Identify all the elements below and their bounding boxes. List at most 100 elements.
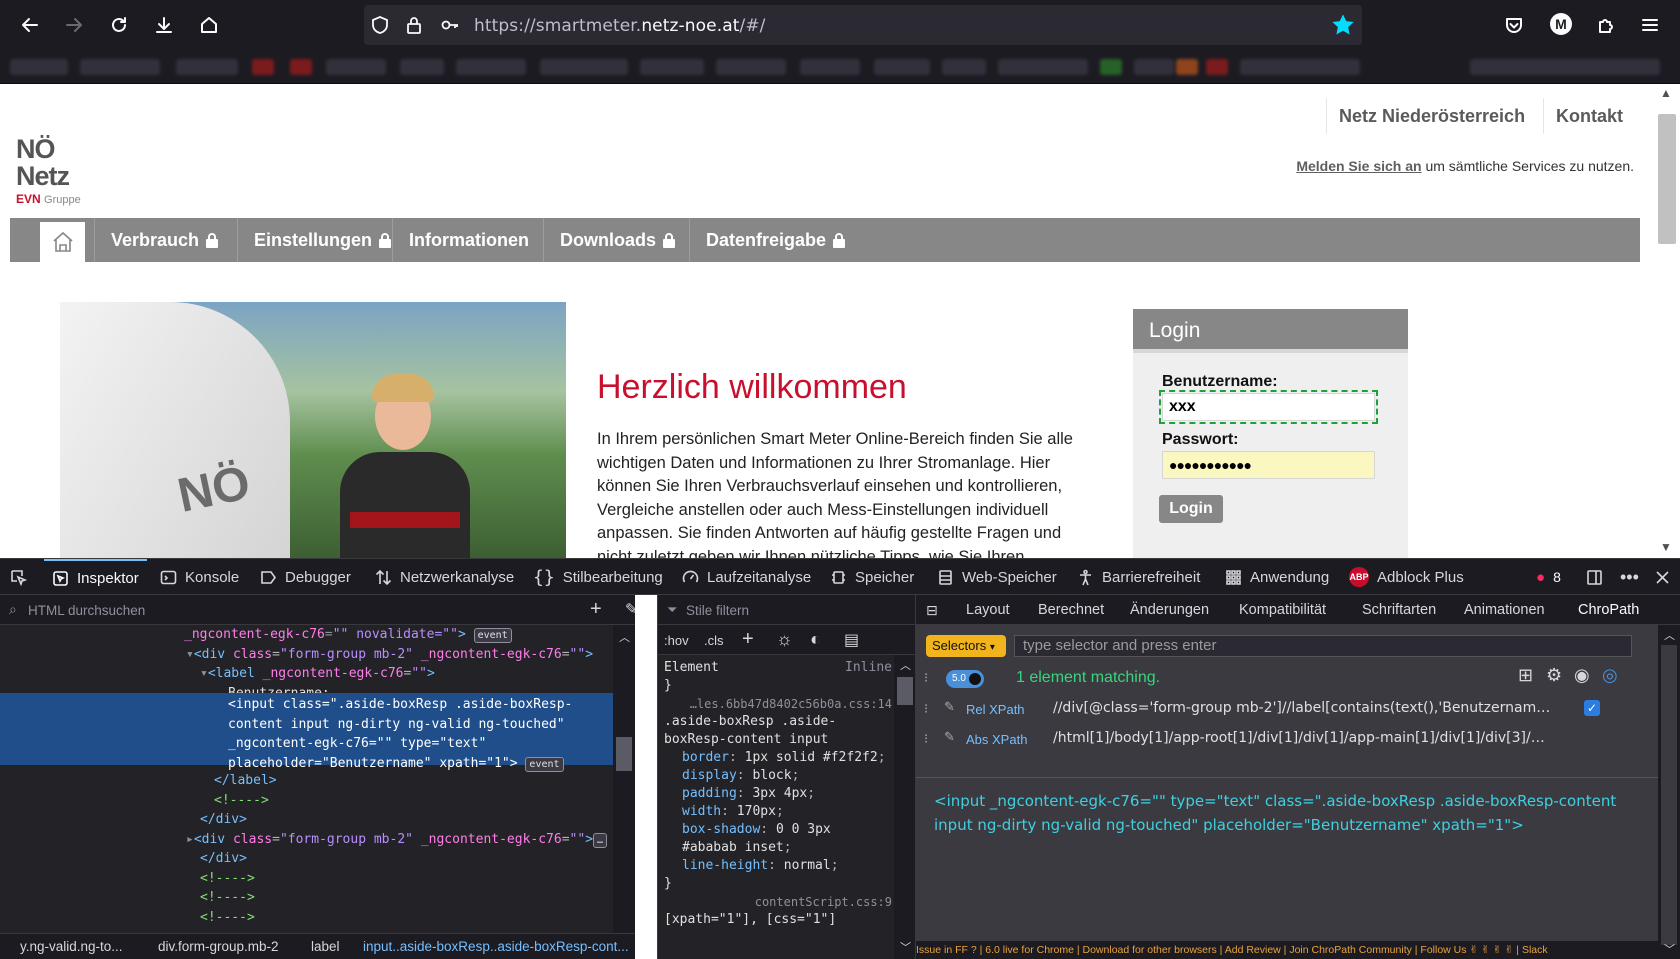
downloads-button[interactable] bbox=[150, 11, 178, 39]
tab-anwendung[interactable]: Anwendung bbox=[1225, 559, 1329, 595]
drag-handle-icon[interactable]: ⁝ bbox=[924, 701, 928, 717]
tab-konsole[interactable]: Konsole bbox=[160, 559, 239, 595]
tab-adblock-plus[interactable]: ABP Adblock Plus bbox=[1349, 559, 1464, 595]
next-rule-source-link[interactable]: contentScript.css:9 bbox=[664, 893, 892, 911]
bookmark-item[interactable] bbox=[10, 59, 68, 75]
tab-laufzeitanalyse[interactable]: Laufzeitanalyse bbox=[682, 559, 811, 595]
bookmark-item[interactable] bbox=[716, 59, 786, 75]
version-toggle[interactable]: 5.0 bbox=[946, 670, 984, 688]
css-prop[interactable]: display: block; bbox=[664, 767, 892, 785]
bookmark-item[interactable] bbox=[1134, 59, 1174, 75]
bookmark-star-icon[interactable] bbox=[1332, 14, 1354, 36]
tab-animationen[interactable]: Animationen bbox=[1464, 602, 1545, 618]
css-prop[interactable]: border: 1px solid #f2f2f2; bbox=[664, 749, 892, 767]
bookmark-item[interactable] bbox=[1206, 59, 1228, 75]
bookmark-item[interactable] bbox=[1470, 59, 1660, 75]
chropath-scroll-thumb[interactable] bbox=[1661, 645, 1677, 945]
sidebar-toggle-icon[interactable]: ⊟ bbox=[926, 602, 938, 619]
hov-toggle[interactable]: :hov bbox=[664, 633, 689, 648]
profile-avatar[interactable]: M bbox=[1550, 13, 1572, 35]
breadcrumb-item[interactable]: label bbox=[311, 934, 340, 959]
extensions-button[interactable] bbox=[1592, 11, 1620, 39]
bookmark-item[interactable] bbox=[874, 59, 930, 75]
breadcrumb-item[interactable]: y.ng-valid.ng-to... bbox=[20, 934, 123, 959]
drag-handle-icon[interactable]: ⁝ bbox=[924, 670, 928, 686]
bookmark-item[interactable] bbox=[942, 59, 986, 75]
add-node-icon[interactable]: + bbox=[590, 598, 602, 621]
add-rule-icon[interactable]: + bbox=[742, 628, 754, 651]
bookmark-item[interactable] bbox=[252, 59, 274, 75]
abs-xpath-value[interactable]: /html[1]/body[1]/app-root[1]/div[1]/div[… bbox=[1053, 730, 1573, 746]
page-scrollbar[interactable]: ▲ ▼ bbox=[1654, 84, 1680, 558]
chevron-up-icon[interactable]: ︿ bbox=[900, 657, 911, 673]
page-scroll-thumb[interactable] bbox=[1658, 114, 1676, 244]
chropath-footer-links[interactable]: Issue in FF ? | 6.0 live for Chrome | Do… bbox=[916, 941, 1658, 959]
bookmark-item[interactable] bbox=[1240, 59, 1360, 75]
tab-speicher[interactable]: Speicher bbox=[830, 559, 914, 595]
bookmark-item[interactable] bbox=[800, 59, 860, 75]
nav-downloads[interactable]: Downloads bbox=[543, 218, 692, 262]
tree-line[interactable]: </div> bbox=[0, 810, 607, 830]
nav-einstellungen[interactable]: Einstellungen bbox=[237, 218, 408, 262]
tab-barrierefreiheit[interactable]: Barrierefreiheit bbox=[1077, 559, 1200, 595]
tab-debugger[interactable]: Debugger bbox=[260, 559, 351, 595]
chropath-scrollbar[interactable]: ︿ ﹀ bbox=[1658, 625, 1680, 959]
record-icon[interactable]: ◉ bbox=[1574, 665, 1590, 686]
login-prompt-link[interactable]: Melden Sie sich an bbox=[1296, 158, 1421, 174]
tree-line[interactable]: <!----> bbox=[0, 888, 607, 908]
dark-theme-icon[interactable]: ◐ bbox=[810, 629, 821, 650]
drag-handle-icon[interactable]: ⁝ bbox=[924, 731, 928, 747]
username-input[interactable]: xxx bbox=[1159, 390, 1378, 424]
bookmark-item[interactable] bbox=[456, 59, 526, 75]
reload-button[interactable] bbox=[105, 11, 133, 39]
url-bar[interactable]: https://smartmeter.netz-noe.at/#/ bbox=[364, 5, 1362, 45]
breadcrumb-item[interactable]: div.form-group.mb-2 bbox=[158, 934, 279, 959]
tab-inspektor[interactable]: Inspektor bbox=[44, 559, 147, 595]
edit-icon[interactable]: ✎ bbox=[944, 729, 955, 745]
error-count-badge[interactable]: ● 8 bbox=[1536, 559, 1561, 595]
tab-aenderungen[interactable]: Änderungen bbox=[1130, 602, 1209, 618]
nav-datenfreigabe[interactable]: Datenfreigabe bbox=[689, 218, 862, 262]
rel-xpath-checkbox[interactable]: ✓ bbox=[1584, 700, 1600, 716]
selectors-dropdown[interactable]: Selectors ▾ bbox=[926, 635, 1006, 657]
tree-line[interactable]: ▾<div class="form-group mb-2" _ngcontent… bbox=[0, 645, 593, 665]
selected-node-code[interactable]: <input class=".aside-boxResp .aside-boxR… bbox=[0, 695, 572, 773]
bookmark-item[interactable] bbox=[400, 59, 444, 75]
nav-home[interactable] bbox=[40, 222, 85, 262]
html-scrollbar[interactable]: ︿ ﹀ bbox=[613, 625, 635, 959]
bookmark-item[interactable] bbox=[540, 59, 628, 75]
chevron-up-icon[interactable]: ︿ bbox=[619, 629, 630, 645]
add-to-list-icon[interactable]: ⊞ bbox=[1518, 665, 1533, 686]
tab-netzwerkanalyse[interactable]: Netzwerkanalyse bbox=[375, 559, 514, 595]
css-prop[interactable]: width: 170px; bbox=[664, 803, 892, 821]
topnav-netz-noe[interactable]: Netz Niederösterreich bbox=[1326, 98, 1537, 134]
tree-line[interactable]: <!----> bbox=[0, 908, 607, 928]
bookmark-item[interactable] bbox=[998, 59, 1088, 75]
home-button[interactable] bbox=[195, 11, 223, 39]
url-text[interactable]: https://smartmeter.netz-noe.at/#/ bbox=[474, 16, 766, 36]
tree-line[interactable]: _ngcontent-egk-c76="" novalidate=""> eve… bbox=[0, 625, 593, 645]
rule-source-link[interactable]: …les.6bb47d8402c56b0a.css:14 bbox=[664, 695, 892, 713]
css-prop[interactable]: padding: 3px 4px; bbox=[664, 785, 892, 803]
light-theme-icon[interactable]: ☼ bbox=[776, 629, 793, 650]
topnav-kontakt[interactable]: Kontakt bbox=[1543, 98, 1635, 134]
bookmark-item[interactable] bbox=[640, 59, 704, 75]
css-prop[interactable]: box-shadow: 0 0 3px #ababab inset; bbox=[664, 821, 892, 857]
back-button[interactable] bbox=[16, 11, 44, 39]
bookmark-item[interactable] bbox=[290, 59, 312, 75]
scroll-up-icon[interactable]: ▲ bbox=[1660, 86, 1672, 100]
scroll-down-icon[interactable]: ▼ bbox=[1660, 540, 1672, 554]
devtools-more-button[interactable]: ••• bbox=[1620, 559, 1639, 595]
login-button[interactable]: Login bbox=[1159, 495, 1223, 523]
tab-schriftarten[interactable]: Schriftarten bbox=[1362, 602, 1436, 618]
element-picker-button[interactable] bbox=[10, 559, 27, 595]
tree-line[interactable]: </label> bbox=[0, 771, 607, 791]
rel-xpath-value[interactable]: //div[@class='form-group mb-2']//label[c… bbox=[1053, 700, 1573, 716]
html-search-input[interactable]: HTML durchsuchen bbox=[28, 603, 145, 618]
shield-icon[interactable] bbox=[370, 15, 390, 35]
tree-line[interactable]: ▸<div class="form-group mb-2" _ngcontent… bbox=[0, 830, 608, 850]
rules-scroll-thumb[interactable] bbox=[897, 677, 913, 705]
cls-toggle[interactable]: .cls bbox=[704, 633, 724, 648]
dock-toggle-button[interactable] bbox=[1586, 559, 1603, 595]
print-media-icon[interactable]: ▤ bbox=[844, 630, 859, 650]
